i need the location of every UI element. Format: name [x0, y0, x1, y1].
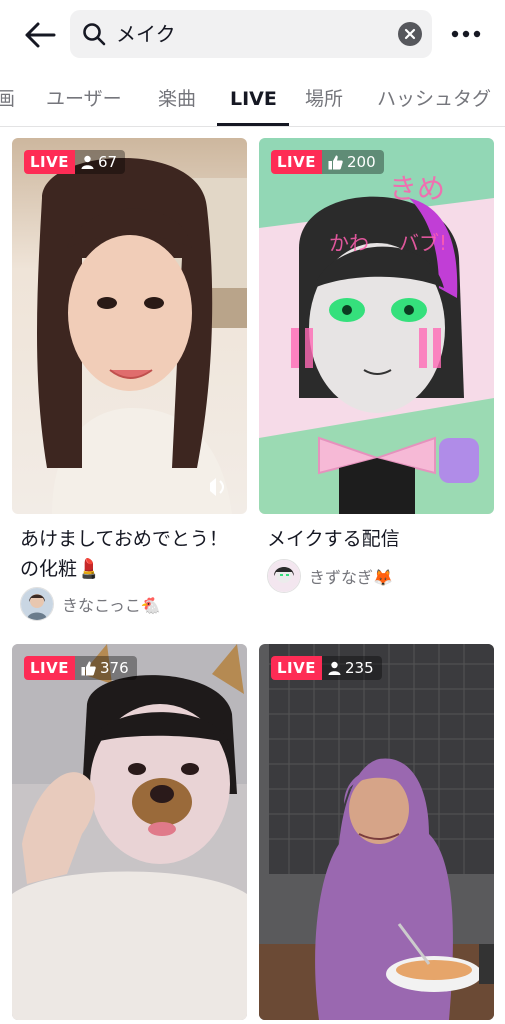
- tab-places[interactable]: 場所: [305, 84, 343, 114]
- tab-users[interactable]: ユーザー: [46, 84, 122, 114]
- back-arrow-icon: [25, 22, 56, 48]
- viewer-count-text: 67: [98, 153, 118, 171]
- thumbs-up-icon: [328, 155, 343, 169]
- live-thumbnail[interactable]: LIVE 235: [259, 644, 494, 1020]
- more-options-button[interactable]: [446, 22, 486, 46]
- svg-text:バブ!: バブ!: [399, 231, 447, 255]
- viewer-count-text: 235: [345, 659, 374, 677]
- top-bar: [0, 0, 505, 68]
- live-thumbnail[interactable]: LIVE 67: [12, 138, 247, 514]
- thumbs-up-icon: [81, 661, 96, 675]
- stream-preview-image: [259, 644, 494, 1020]
- tab-music[interactable]: 楽曲: [158, 84, 196, 114]
- author-name[interactable]: きずなぎ🦊: [309, 564, 393, 588]
- live-badges: LIVE 67: [24, 150, 126, 174]
- avatar[interactable]: [267, 559, 301, 593]
- stream-preview-image: きめ かわ バブ!: [259, 138, 494, 514]
- live-badge: LIVE: [24, 150, 75, 174]
- svg-text:かわ: かわ: [329, 231, 369, 255]
- like-count-text: 376: [100, 659, 129, 677]
- tab-live[interactable]: LIVE: [230, 84, 277, 114]
- like-count: 200: [322, 150, 384, 174]
- clear-search-button[interactable]: [398, 22, 422, 46]
- tab-video[interactable]: 画: [0, 84, 15, 114]
- search-input[interactable]: [116, 10, 376, 58]
- close-icon: [404, 28, 416, 40]
- live-badge: LIVE: [271, 150, 322, 174]
- live-badges: LIVE 376: [24, 656, 137, 680]
- more-dots-icon: [451, 30, 481, 38]
- search-box[interactable]: [70, 10, 432, 58]
- author-name[interactable]: きなこっこ🐔: [62, 592, 161, 616]
- author-row[interactable]: きずなぎ🦊: [267, 559, 393, 593]
- stream-preview-image: [12, 138, 247, 514]
- avatar[interactable]: [20, 587, 54, 621]
- live-thumbnail[interactable]: きめ かわ バブ! LIVE 200: [259, 138, 494, 514]
- person-icon: [81, 155, 94, 169]
- live-badge: LIVE: [271, 656, 322, 680]
- person-icon: [328, 661, 341, 675]
- search-icon: [83, 23, 106, 46]
- tab-hashtags[interactable]: ハッシュタグ: [377, 84, 491, 114]
- svg-text:きめ: きめ: [389, 172, 445, 205]
- viewer-count: 235: [322, 656, 382, 680]
- live-badge: LIVE: [24, 656, 75, 680]
- live-badges: LIVE 200: [271, 150, 384, 174]
- viewer-count: 67: [75, 150, 126, 174]
- live-badges: LIVE 235: [271, 656, 382, 680]
- live-title[interactable]: メイクする配信: [267, 524, 489, 554]
- live-title[interactable]: あけましておめでとう！の化粧💄: [20, 524, 242, 584]
- search-tabs: 画 ユーザー 楽曲 LIVE 場所 ハッシュタグ: [0, 74, 505, 127]
- active-tab-indicator: [217, 123, 289, 126]
- like-count-text: 200: [347, 153, 376, 171]
- back-button[interactable]: [20, 18, 60, 52]
- stream-preview-image: [12, 644, 247, 1020]
- like-count: 376: [75, 656, 137, 680]
- author-row[interactable]: きなこっこ🐔: [20, 587, 161, 621]
- live-thumbnail[interactable]: LIVE 376: [12, 644, 247, 1020]
